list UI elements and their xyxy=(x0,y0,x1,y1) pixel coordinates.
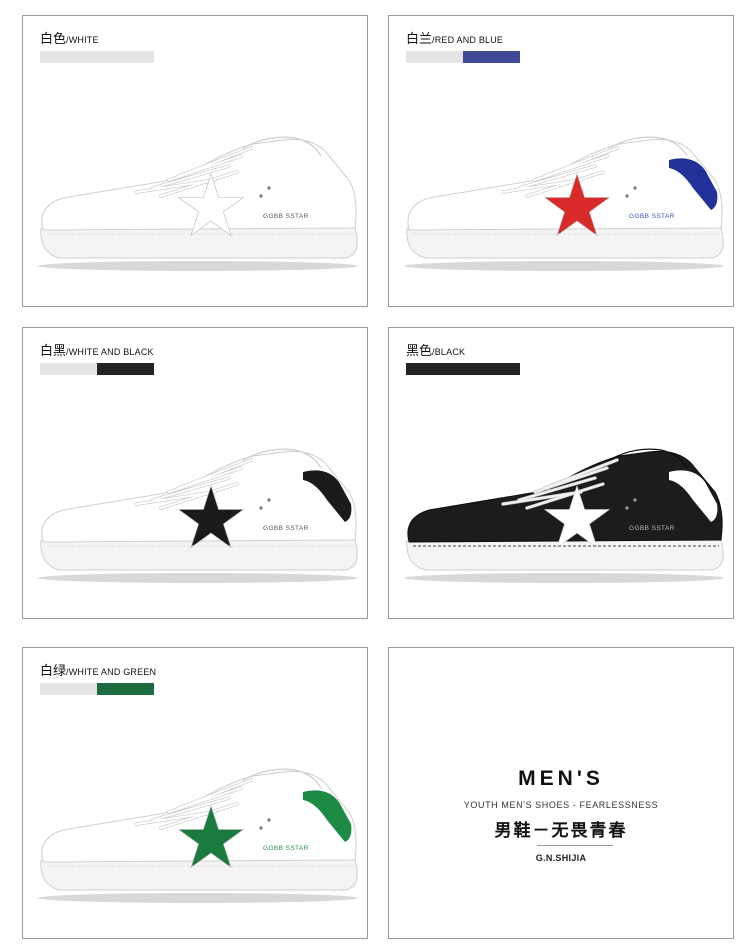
variant-title-en: /RED AND BLUE xyxy=(432,35,504,45)
shoe-eyelet xyxy=(267,498,271,502)
divider xyxy=(537,845,613,846)
variant-title-zh: 白色 xyxy=(40,31,67,46)
shoe-eyelet xyxy=(633,186,637,190)
variant-title: 白兰/RED AND BLUE xyxy=(406,28,503,47)
shoe-image: GGBB SSTAR xyxy=(38,136,358,271)
variant-title-en: /WHITE xyxy=(66,35,99,45)
color-swatch xyxy=(40,51,154,63)
brand-mark: G.N.SHIJIA xyxy=(535,853,587,863)
shoe-sole xyxy=(406,537,724,571)
variant-title-zh: 黑色 xyxy=(406,343,433,358)
shoe-logo: GGBB SSTAR xyxy=(629,213,675,220)
shoe-shadow xyxy=(38,893,358,903)
variant-card-black[interactable]: 黑色/BLACK GGBB SSTAR xyxy=(388,327,734,619)
brand-zh-line: 男鞋－无畏青春 xyxy=(494,821,628,840)
shoe-logo: GGBB SSTAR xyxy=(629,525,675,532)
color-swatch xyxy=(406,363,520,375)
variant-title-en: /WHITE AND GREEN xyxy=(66,667,157,677)
shoe-shadow xyxy=(404,261,724,271)
color-swatch xyxy=(40,683,154,695)
shoe-eyelet xyxy=(625,506,629,510)
shoe-image: GGBB SSTAR xyxy=(404,448,724,583)
shoe-eyelet xyxy=(633,498,637,502)
shoe-eyelet xyxy=(259,506,263,510)
color-swatch xyxy=(40,363,154,375)
variant-title-en: /BLACK xyxy=(432,347,466,357)
shoe-eyelet xyxy=(267,186,271,190)
variant-title-en: /WHITE AND BLACK xyxy=(66,347,154,357)
shoe-shadow xyxy=(38,261,358,271)
shoe-eyelet xyxy=(267,818,271,822)
variant-title: 白色/WHITE xyxy=(40,28,99,47)
variant-card-red-blue[interactable]: 白兰/RED AND BLUE GGBB SSTAR xyxy=(388,15,734,307)
variant-title-zh: 白黑 xyxy=(40,343,67,358)
shoe-sole xyxy=(40,537,358,571)
shoe-eyelet xyxy=(259,826,263,830)
variant-card-white-black[interactable]: 白黑/WHITE AND BLACK GGBB SSTAR xyxy=(22,327,368,619)
variant-title: 黑色/BLACK xyxy=(406,340,465,359)
variant-title: 白绿/WHITE AND GREEN xyxy=(40,660,156,679)
shoe-image: GGBB SSTAR xyxy=(38,768,358,903)
brand-tagline: YOUTH MEN'S SHOES - FEARLESSNESS xyxy=(463,800,659,810)
shoe-shadow xyxy=(404,573,724,583)
shoe-image: GGBB SSTAR xyxy=(38,448,358,583)
shoe-sole xyxy=(40,857,358,891)
shoe-logo: GGBB SSTAR xyxy=(263,845,309,852)
shoe-eyelet xyxy=(259,194,263,198)
color-swatch xyxy=(406,51,520,63)
shoe-logo: GGBB SSTAR xyxy=(263,213,309,220)
variant-title-zh: 白兰 xyxy=(406,31,433,46)
brand-title: MEN'S xyxy=(518,767,604,790)
shoe-sole xyxy=(406,225,724,259)
variant-card-white[interactable]: 白色/WHITE GGBB SSTAR xyxy=(22,15,368,307)
shoe-logo: GGBB SSTAR xyxy=(263,525,309,532)
shoe-eyelet xyxy=(625,194,629,198)
variant-title: 白黑/WHITE AND BLACK xyxy=(40,340,154,359)
variant-card-white-green[interactable]: 白绿/WHITE AND GREEN GGBB SSTAR xyxy=(22,647,368,939)
shoe-shadow xyxy=(38,573,358,583)
shoe-sole xyxy=(40,225,358,259)
shoe-image: GGBB SSTAR xyxy=(404,136,724,271)
brand-card: MEN'S YOUTH MEN'S SHOES - FEARLESSNESS 男… xyxy=(388,647,734,939)
variant-title-zh: 白绿 xyxy=(40,663,67,678)
